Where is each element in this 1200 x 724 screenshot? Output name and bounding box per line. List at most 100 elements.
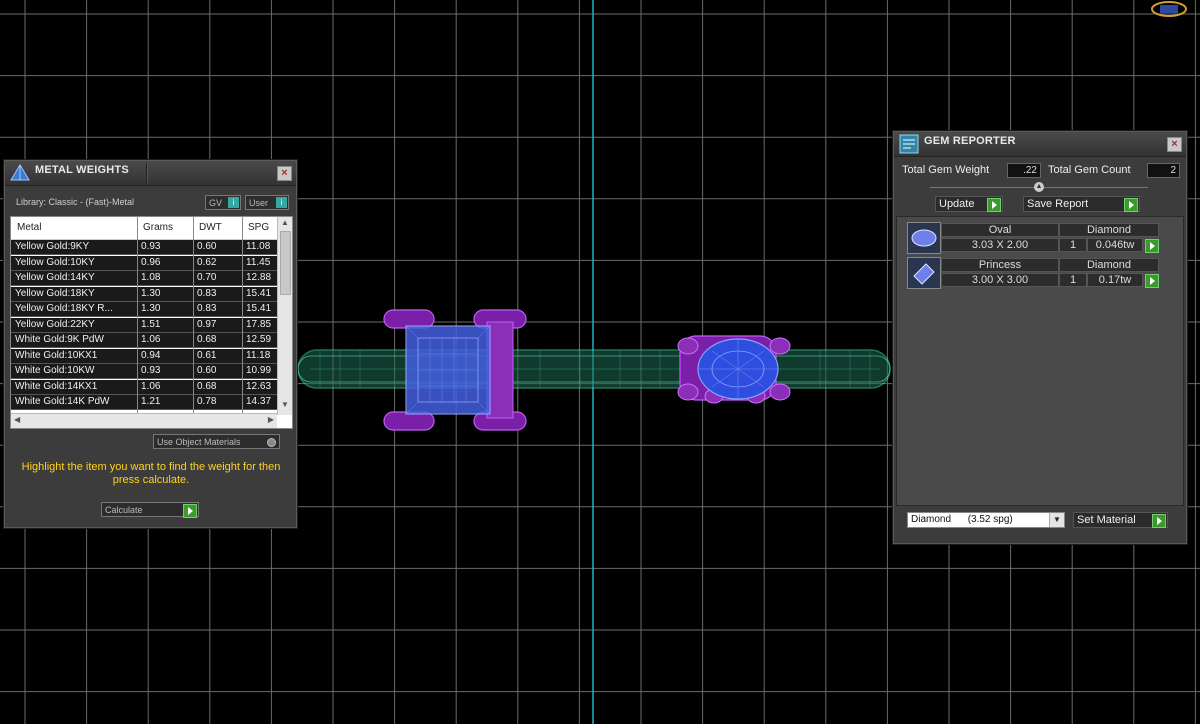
oval-setting-model[interactable] xyxy=(677,335,791,404)
gem-row-oval[interactable]: Oval Diamond 3.03 X 2.00 1 0.046tw xyxy=(905,221,1161,254)
oval-gem-icon xyxy=(907,222,941,254)
cell-dwt: 0.62 xyxy=(197,256,217,268)
scroll-left-icon[interactable]: ◀ xyxy=(14,415,20,424)
cell-dwt: 0.83 xyxy=(197,303,217,314)
collapse-icon[interactable]: ▲ xyxy=(1034,182,1044,192)
cell-grams: 1.21 xyxy=(141,396,161,407)
table-row[interactable]: White Gold:9K PdW 1.06 0.68 12.59 xyxy=(11,333,277,348)
cell-grams: 1.08 xyxy=(141,272,161,283)
scroll-right-icon[interactable]: ▶ xyxy=(268,415,274,424)
table-row[interactable]: Yellow Gold:14KY 1.08 0.70 12.88 xyxy=(11,271,277,286)
table-row[interactable]: White Gold:10KX1 0.94 0.61 11.18 xyxy=(11,348,277,364)
table-row[interactable]: Yellow Gold:22KY 1.51 0.97 17.85 xyxy=(11,317,277,333)
table-row[interactable]: Yellow Gold:10KY 0.96 0.62 11.45 xyxy=(11,255,277,271)
metal-weights-table[interactable]: Metal Grams DWT SPG Yellow Gold:9KY 0.93 0… xyxy=(10,216,293,429)
gem-weight: 0.17tw xyxy=(1087,273,1143,287)
toggle-circle-icon xyxy=(267,438,276,447)
cell-metal: Yellow Gold:18KY R... xyxy=(15,303,113,314)
cell-grams: 1.06 xyxy=(141,380,161,392)
gem-reporter-titlebar[interactable]: GEM REPORTER × xyxy=(894,132,1186,157)
column-header-spg[interactable]: SPG xyxy=(248,222,269,233)
metal-weights-panel: METAL WEIGHTS × Library: Classic - (Fast… xyxy=(4,160,297,528)
play-icon[interactable] xyxy=(1145,239,1159,253)
table-row[interactable]: White Gold:14KX1 1.06 0.68 12.63 xyxy=(11,379,277,395)
cell-spg: 12.88 xyxy=(246,272,272,283)
gem-reporter-title: GEM REPORTER xyxy=(924,135,1016,147)
play-icon xyxy=(987,198,1001,212)
column-divider xyxy=(137,217,138,415)
save-report-button[interactable]: Save Report xyxy=(1023,196,1140,212)
set-material-button[interactable]: Set Material xyxy=(1073,512,1168,528)
table-row[interactable]: Yellow Gold:9KY 0.93 0.60 11.08 xyxy=(11,240,277,255)
cell-spg: 12.59 xyxy=(246,334,272,345)
cell-dwt: 0.60 xyxy=(197,365,217,376)
cell-metal: Yellow Gold:22KY xyxy=(15,318,95,330)
play-icon xyxy=(183,504,197,518)
cell-dwt: 0.97 xyxy=(197,318,217,330)
cell-metal: Yellow Gold:18KY xyxy=(15,287,95,299)
cell-dwt: 0.83 xyxy=(197,287,217,299)
vertical-scrollbar[interactable]: ▲ ▼ xyxy=(277,217,292,415)
table-row[interactable]: White Gold:10KW 0.93 0.60 10.99 xyxy=(11,364,277,379)
save-report-label: Save Report xyxy=(1027,198,1089,210)
cell-spg: 17.85 xyxy=(246,318,272,330)
cell-metal: White Gold:10KW xyxy=(15,365,95,376)
gem-count: 1 xyxy=(1059,238,1087,252)
cell-dwt: 0.70 xyxy=(197,272,217,283)
cell-spg: 11.08 xyxy=(246,241,271,252)
gv-library-button[interactable]: GV i xyxy=(205,195,241,210)
library-label: Library: Classic - (Fast)-Metal xyxy=(16,197,135,207)
cell-grams: 1.30 xyxy=(141,303,161,314)
cell-metal: White Gold:14K PdW xyxy=(15,396,110,407)
cell-metal: White Gold:9K PdW xyxy=(15,334,104,345)
scroll-thumb[interactable] xyxy=(280,231,291,295)
column-divider xyxy=(193,217,194,415)
report-icon xyxy=(899,134,919,154)
horizontal-scrollbar[interactable]: ◀ ▶ xyxy=(11,413,277,428)
scroll-down-icon[interactable]: ▼ xyxy=(281,400,289,409)
use-object-materials-label: Use Object Materials xyxy=(157,437,241,447)
metal-weights-titlebar[interactable]: METAL WEIGHTS × xyxy=(5,161,296,186)
gv-label: GV xyxy=(209,198,223,208)
calculate-label: Calculate xyxy=(105,505,143,515)
cell-grams: 0.93 xyxy=(141,241,161,252)
total-gem-count-label: Total Gem Count xyxy=(1048,164,1131,176)
play-icon[interactable] xyxy=(1145,274,1159,288)
set-material-label: Set Material xyxy=(1077,514,1136,526)
gem-size: 3.00 X 3.00 xyxy=(941,273,1059,287)
total-gem-weight-label: Total Gem Weight xyxy=(902,164,990,176)
cell-grams: 1.51 xyxy=(141,318,161,330)
cell-grams: 0.93 xyxy=(141,365,161,376)
cell-spg: 15.41 xyxy=(246,287,272,299)
cell-spg: 15.41 xyxy=(246,303,272,314)
user-library-button[interactable]: User i xyxy=(245,195,289,210)
column-header-grams[interactable]: Grams xyxy=(143,222,173,233)
chevron-down-icon[interactable]: ▼ xyxy=(1049,513,1064,527)
gem-reporter-panel: GEM REPORTER × Total Gem Weight .22 Tota… xyxy=(893,131,1187,544)
table-row[interactable]: Yellow Gold:18KY R... 1.30 0.83 15.41 xyxy=(11,302,277,317)
gem-size: 3.03 X 2.00 xyxy=(941,238,1059,252)
column-header-metal[interactable]: Metal xyxy=(17,222,41,233)
gem-material: Diamond xyxy=(1059,258,1159,272)
material-select[interactable]: Diamond (3.52 spg) ▼ xyxy=(907,512,1065,528)
cell-dwt: 0.78 xyxy=(197,396,217,407)
cell-grams: 1.30 xyxy=(141,287,161,299)
scroll-up-icon[interactable]: ▲ xyxy=(281,218,289,227)
cell-grams: 0.94 xyxy=(141,349,161,361)
column-header-dwt[interactable]: DWT xyxy=(199,222,222,233)
gem-list: Oval Diamond 3.03 X 2.00 1 0.046tw Princ… xyxy=(896,216,1184,506)
gem-material: Diamond xyxy=(1059,223,1159,237)
cell-grams: 1.06 xyxy=(141,334,161,345)
update-button[interactable]: Update xyxy=(935,196,1003,212)
cell-dwt: 0.61 xyxy=(197,349,217,361)
ring-band-model[interactable] xyxy=(297,349,891,389)
cell-spg: 14.37 xyxy=(246,396,272,407)
close-icon[interactable]: × xyxy=(277,166,292,181)
table-row[interactable]: White Gold:14K PdW 1.21 0.78 14.37 xyxy=(11,395,277,410)
close-icon[interactable]: × xyxy=(1167,137,1182,152)
table-row[interactable]: Yellow Gold:18KY 1.30 0.83 15.41 xyxy=(11,286,277,302)
use-object-materials-toggle[interactable]: Use Object Materials xyxy=(153,434,280,449)
cell-grams: 0.96 xyxy=(141,256,161,268)
calculate-button[interactable]: Calculate xyxy=(101,502,199,518)
gem-row-princess[interactable]: Princess Diamond 3.00 X 3.00 1 0.17tw xyxy=(905,256,1161,289)
